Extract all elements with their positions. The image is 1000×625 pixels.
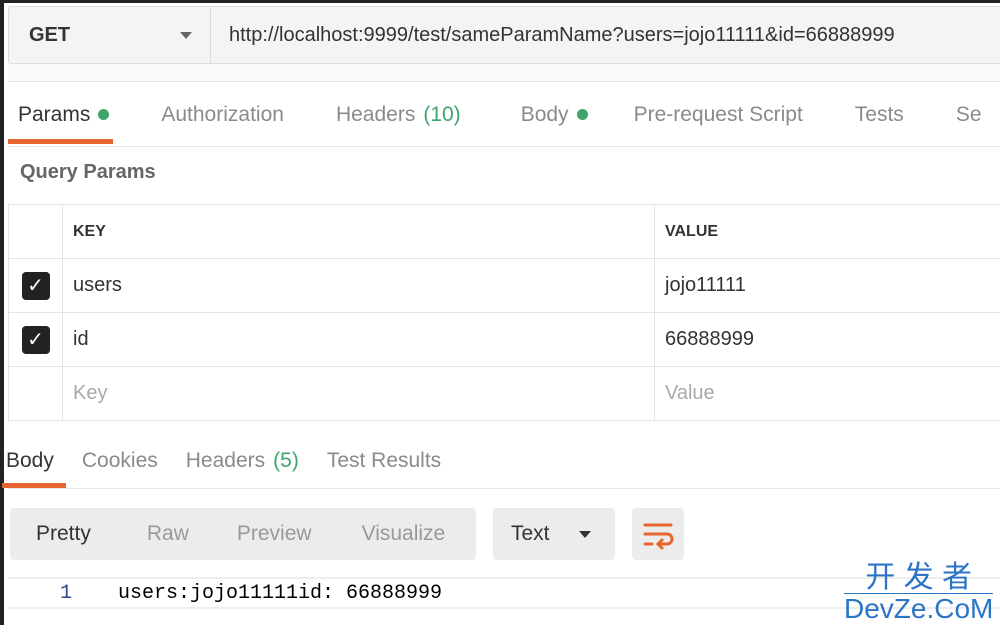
format-select[interactable]: Text <box>493 508 615 560</box>
table-row: ✓ users jojo11111 <box>8 258 1000 313</box>
tab-test-results[interactable]: Test Results <box>327 433 441 488</box>
watermark-text: 开 发 者 <box>865 561 973 594</box>
tab-label: Headers <box>185 448 266 472</box>
tab-label: Test Results <box>326 448 442 472</box>
key-cell[interactable]: id <box>62 312 655 367</box>
value-header: VALUE <box>654 204 1000 259</box>
tab-label: Body <box>520 102 569 126</box>
checkbox-header <box>8 204 63 259</box>
code-line: users:jojo11111id: 66888999 <box>118 581 443 605</box>
tab-label: Cookies <box>81 448 158 472</box>
count-badge: (5) <box>273 448 299 472</box>
url-input[interactable]: http://localhost:9999/test/sameParamName… <box>211 7 895 63</box>
tab-settings[interactable]: Se <box>956 83 982 146</box>
watermark-text: DevZe.CoM <box>844 593 994 624</box>
url-bar: GET http://localhost:9999/test/sameParam… <box>8 6 1000 64</box>
view-mode-switch: Pretty Raw Preview Visualize <box>10 508 476 560</box>
value-cell[interactable]: jojo11111 <box>654 258 1000 313</box>
request-tabs: Params Authorization Headers (10) Body Pr… <box>8 83 1000 147</box>
pretty-button[interactable]: Pretty <box>10 522 91 546</box>
tab-tests[interactable]: Tests <box>855 83 904 146</box>
checkbox-checked-icon[interactable]: ✓ <box>21 325 50 354</box>
tab-label: Se <box>955 102 982 126</box>
tab-body[interactable]: Body <box>521 83 588 146</box>
value-input[interactable]: Value <box>654 366 1000 421</box>
tab-label: Headers <box>335 102 416 126</box>
format-label: Text <box>511 522 550 545</box>
table-row: ✓ id 66888999 <box>8 312 1000 367</box>
raw-button[interactable]: Raw <box>91 522 189 546</box>
status-dot-icon <box>576 109 588 120</box>
divider <box>8 64 1000 82</box>
status-dot-icon <box>98 109 110 120</box>
count-badge: (10) <box>423 102 461 126</box>
response-tabs: Body Cookies Headers (5) Test Results <box>2 433 1000 489</box>
tab-response-headers[interactable]: Headers (5) <box>186 433 299 488</box>
section-title: Query Params <box>20 161 156 183</box>
tab-label: Pre-request Script <box>633 102 803 126</box>
key-header: KEY <box>62 204 655 259</box>
wrap-lines-button[interactable] <box>632 508 684 560</box>
tab-cookies[interactable]: Cookies <box>82 433 158 488</box>
tab-authorization[interactable]: Authorization <box>161 83 284 146</box>
wrap-icon <box>643 523 674 550</box>
tab-params[interactable]: Params <box>8 83 114 146</box>
watermark-logo: 开 发 者 DevZe.CoM <box>844 561 994 624</box>
tab-label: Authorization <box>161 102 284 126</box>
empty-cell <box>8 366 63 421</box>
params-table: KEY VALUE ✓ users jojo11111 ✓ id 66888999 Key… <box>8 204 1000 421</box>
table-row-new: Key Value <box>8 366 1000 421</box>
chevron-down-icon <box>579 530 591 538</box>
value-cell[interactable]: 66888999 <box>654 312 1000 367</box>
preview-button[interactable]: Preview <box>189 522 312 546</box>
table-header: KEY VALUE <box>8 204 1000 259</box>
visualize-button[interactable]: Visualize <box>312 522 446 546</box>
checkbox-checked-icon[interactable]: ✓ <box>21 271 50 300</box>
method-select[interactable]: GET <box>9 7 211 63</box>
tab-label: Tests <box>854 102 904 126</box>
tab-label: Params <box>18 102 91 126</box>
chevron-down-icon <box>180 31 192 39</box>
tab-headers[interactable]: Headers (10) <box>336 83 461 146</box>
line-number: 1 <box>60 581 73 605</box>
tab-pre-request-script[interactable]: Pre-request Script <box>634 83 803 146</box>
tab-response-body[interactable]: Body <box>2 433 66 488</box>
tab-label: Body <box>6 448 54 472</box>
key-input[interactable]: Key <box>62 366 655 421</box>
key-cell[interactable]: users <box>62 258 655 313</box>
method-label: GET <box>29 23 71 46</box>
